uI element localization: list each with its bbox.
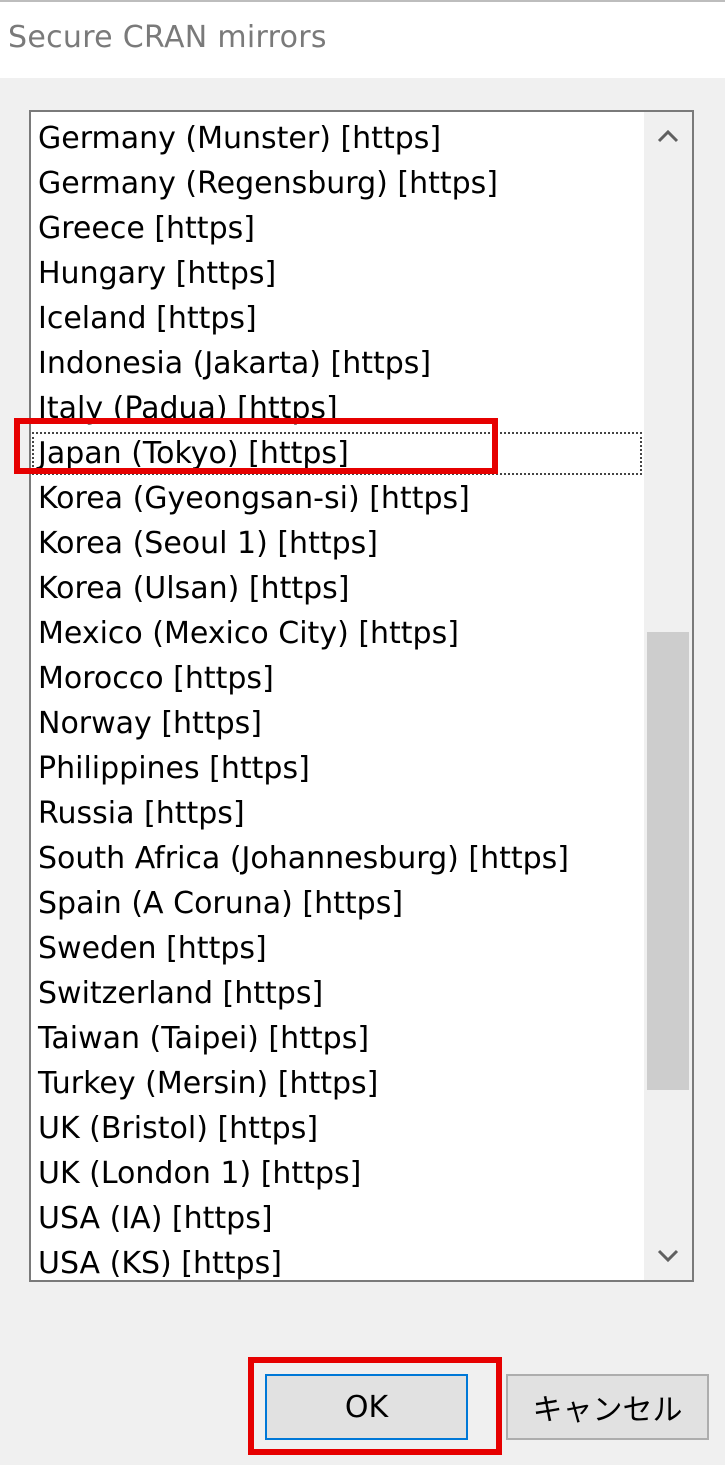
- list-item[interactable]: Norway [https]: [31, 701, 643, 746]
- scroll-up-button[interactable]: [644, 112, 692, 160]
- list-item[interactable]: Germany (Regensburg) [https]: [31, 161, 643, 206]
- list-item[interactable]: USA (KS) [https]: [31, 1241, 643, 1280]
- list-item[interactable]: Korea (Ulsan) [https]: [31, 566, 643, 611]
- chevron-down-icon: [657, 1249, 679, 1263]
- mirror-list[interactable]: Germany (Munster) [https] Germany (Regen…: [31, 116, 643, 1280]
- list-item[interactable]: Mexico (Mexico City) [https]: [31, 611, 643, 656]
- list-item[interactable]: Turkey (Mersin) [https]: [31, 1061, 643, 1106]
- list-item[interactable]: Korea (Gyeongsan-si) [https]: [31, 476, 643, 521]
- list-item[interactable]: Morocco [https]: [31, 656, 643, 701]
- title-bar: Secure CRAN mirrors: [0, 0, 725, 78]
- window-title: Secure CRAN mirrors: [8, 20, 327, 55]
- list-item[interactable]: Indonesia (Jakarta) [https]: [31, 341, 643, 386]
- list-item[interactable]: Iceland [https]: [31, 296, 643, 341]
- list-item[interactable]: Korea (Seoul 1) [https]: [31, 521, 643, 566]
- chevron-up-icon: [657, 129, 679, 143]
- cran-mirror-dialog: Secure CRAN mirrors Germany (Munster) [h…: [0, 0, 725, 1465]
- list-item[interactable]: Spain (A Coruna) [https]: [31, 881, 643, 926]
- list-item[interactable]: Italy (Padua) [https]: [31, 386, 643, 431]
- cancel-button[interactable]: キャンセル: [506, 1374, 709, 1440]
- list-item[interactable]: South Africa (Johannesburg) [https]: [31, 836, 643, 881]
- list-item[interactable]: Switzerland [https]: [31, 971, 643, 1016]
- scroll-down-button[interactable]: [644, 1232, 692, 1280]
- scrollbar-thumb[interactable]: [647, 632, 689, 1090]
- list-item[interactable]: Philippines [https]: [31, 746, 643, 791]
- mirror-listbox[interactable]: Germany (Munster) [https] Germany (Regen…: [29, 110, 694, 1282]
- vertical-scrollbar[interactable]: [644, 112, 692, 1280]
- list-item[interactable]: USA (IA) [https]: [31, 1196, 643, 1241]
- list-item[interactable]: Greece [https]: [31, 206, 643, 251]
- list-item[interactable]: Hungary [https]: [31, 251, 643, 296]
- list-item[interactable]: Taiwan (Taipei) [https]: [31, 1016, 643, 1061]
- list-item[interactable]: Russia [https]: [31, 791, 643, 836]
- list-item[interactable]: Sweden [https]: [31, 926, 643, 971]
- ok-button[interactable]: OK: [265, 1374, 468, 1440]
- list-item[interactable]: UK (Bristol) [https]: [31, 1106, 643, 1151]
- list-item[interactable]: UK (London 1) [https]: [31, 1151, 643, 1196]
- list-item-selected[interactable]: Japan (Tokyo) [https]: [31, 431, 643, 476]
- title-bar-top-edge: [0, 0, 725, 2]
- list-item[interactable]: Germany (Munster) [https]: [31, 116, 643, 161]
